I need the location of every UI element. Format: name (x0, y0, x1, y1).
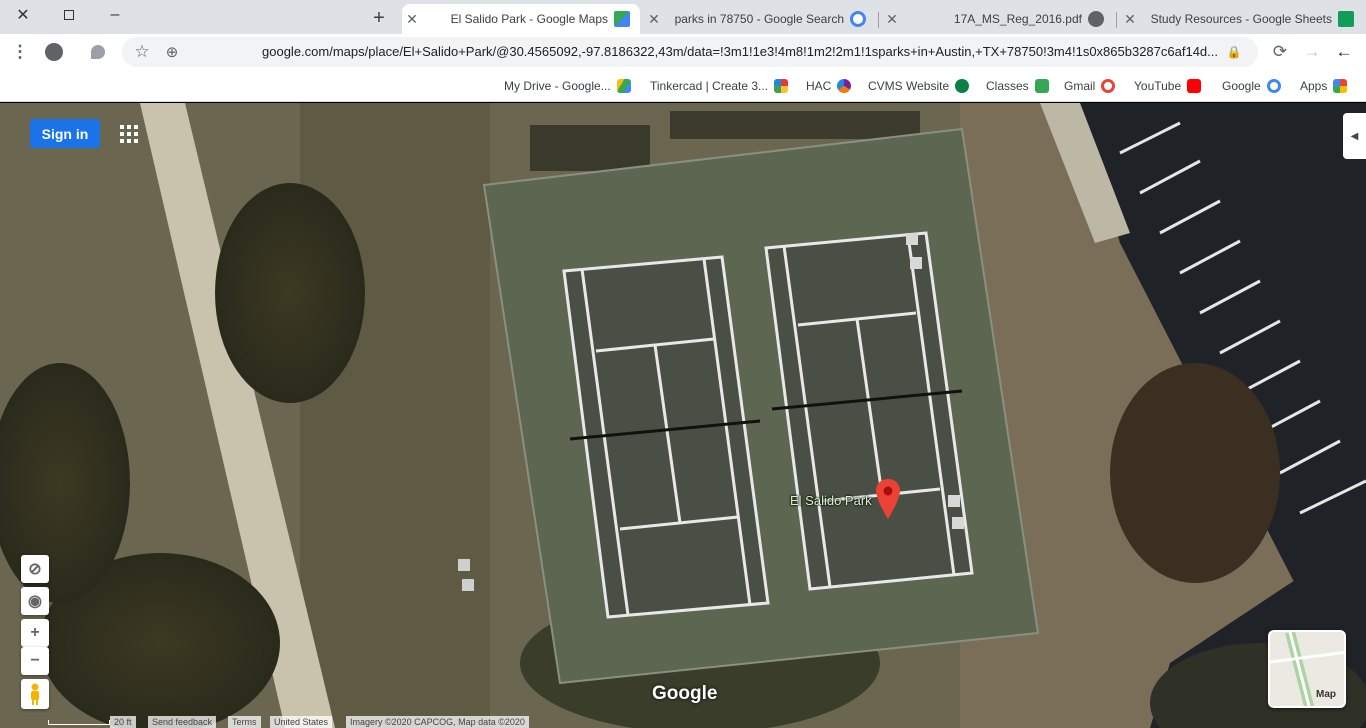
imagery-attribution: Imagery ©2020 CAPCOG, Map data ©2020 (346, 716, 529, 728)
google-maps-icon (614, 11, 630, 27)
account-icon (45, 43, 63, 61)
maximize-window-button[interactable] (46, 0, 92, 30)
scale-label[interactable]: 20 ft (110, 716, 136, 728)
extension-icon[interactable] (84, 38, 112, 66)
close-tab-icon[interactable]: ✕ (644, 11, 664, 28)
map-layer-toggle[interactable]: Map (1268, 630, 1346, 708)
scale-bar (48, 720, 110, 725)
map-pin-icon[interactable] (876, 479, 900, 519)
bookmark-cvms[interactable]: CVMS Website (868, 76, 970, 96)
apps-grid-icon (1333, 79, 1348, 93)
location-target-icon: ◉ (28, 593, 42, 610)
tab-strip: ✕ – + ✕ El Salido Park - Google Maps ✕ p… (0, 0, 1366, 34)
tab-title: El Salido Park - Google Maps (450, 12, 608, 26)
collapse-side-panel-button[interactable]: ◀ (1343, 113, 1366, 159)
new-tab-button[interactable]: + (366, 5, 392, 31)
address-bar[interactable]: ☆ ⊕ google.com/maps/place/El+Salido+Park… (122, 37, 1258, 67)
tab-pdf[interactable]: ✕ 17A_MS_Reg_2016.pdf (882, 4, 1114, 34)
satellite-imagery (0, 103, 1366, 728)
close-tab-icon[interactable]: ✕ (882, 11, 902, 28)
place-label[interactable]: El Salido Park (790, 493, 872, 508)
bookmark-label: HAC (806, 79, 832, 93)
google-icon (1101, 79, 1116, 93)
sign-in-button[interactable]: Sign in (30, 119, 100, 148)
bookmark-google[interactable]: Google (1222, 76, 1281, 96)
globe-icon (1088, 11, 1104, 27)
maximize-icon (64, 10, 74, 20)
puzzle-icon (91, 45, 105, 59)
bookmark-hac[interactable]: HAC (806, 76, 852, 96)
url-text[interactable]: google.com/maps/place/El+Salido+Park/@30… (198, 44, 1218, 59)
bookmarks-bar: Apps Google YouTube Gmail Classes CVMS W… (0, 70, 1366, 102)
pegman-icon[interactable] (21, 679, 49, 709)
bookmark-label: Google (1222, 79, 1261, 93)
bookmark-classes[interactable]: Classes (986, 76, 1049, 96)
google-drive-icon (616, 79, 631, 93)
school-icon (955, 79, 970, 93)
compass-icon: ⊘ (28, 561, 42, 578)
back-button[interactable]: ← (1330, 38, 1358, 66)
bookmark-label: Classes (986, 79, 1029, 93)
profile-avatar[interactable] (40, 38, 68, 66)
star-bookmark-icon[interactable]: ☆ (128, 38, 156, 66)
browser-toolbar: ⋮ ☆ ⊕ google.com/maps/place/El+Salido+Pa… (0, 34, 1366, 70)
minimize-window-button[interactable]: – (92, 0, 138, 30)
google-icon (850, 11, 866, 27)
bookmark-youtube[interactable]: YouTube (1134, 76, 1202, 96)
tab-el-salido-park[interactable]: ✕ El Salido Park - Google Maps (402, 4, 640, 34)
send-feedback-link[interactable]: Send feedback (148, 716, 217, 728)
bookmark-label: Apps (1300, 79, 1328, 93)
bookmark-label: CVMS Website (868, 79, 950, 93)
bookmark-label: Gmail (1064, 79, 1096, 93)
satellite-map[interactable]: Sign in ◀ ⊘ ◉ + − El Salido Park Google … (0, 103, 1366, 728)
tilt-toggle-button[interactable]: ⊘ (21, 555, 49, 583)
map-footer: Imagery ©2020 CAPCOG, Map data ©2020 Uni… (0, 716, 1366, 728)
tab-divider (878, 12, 879, 28)
hac-icon (837, 79, 852, 93)
menu-kebab-icon[interactable]: ⋮ (6, 38, 34, 66)
bookmark-my-drive[interactable]: My Drive - Google... (504, 76, 631, 96)
tab-google-sheets[interactable]: ✕ Study Resources - Google Sheets (1120, 4, 1360, 34)
tab-title: parks in 78750 - Google Search (674, 12, 844, 26)
zoom-in-button[interactable]: + (21, 619, 49, 647)
google-icon (1266, 79, 1281, 93)
google-classroom-icon (1034, 79, 1049, 93)
chevron-left-icon: ◀ (1350, 130, 1359, 142)
forward-button[interactable]: → (1298, 38, 1326, 66)
bookmark-gmail[interactable]: Gmail (1064, 76, 1116, 96)
country-link[interactable]: United States (270, 716, 333, 728)
tab-divider (1116, 12, 1117, 28)
bookmark-tinkercad[interactable]: Tinkercad | Create 3... (650, 76, 789, 96)
google-logo: Google (652, 683, 718, 704)
reload-button[interactable]: ⟳ (1266, 38, 1294, 66)
google-apps-icon[interactable] (118, 123, 140, 145)
close-tab-icon[interactable]: ✕ (402, 11, 422, 28)
youtube-icon (1187, 79, 1202, 93)
my-location-button[interactable]: ◉ (21, 587, 49, 615)
bookmark-apps[interactable]: Apps (1300, 76, 1348, 96)
terms-link[interactable]: Terms (228, 716, 261, 728)
tinkercad-icon (774, 79, 789, 93)
add-to-bookmarks-icon[interactable]: ⊕ (158, 38, 186, 66)
google-sheets-icon (1338, 11, 1354, 27)
bookmark-label: My Drive - Google... (504, 79, 611, 93)
zoom-out-button[interactable]: − (21, 647, 49, 675)
close-tab-icon[interactable]: ✕ (1120, 11, 1140, 28)
bookmark-label: YouTube (1134, 79, 1182, 93)
layer-label: Map (1316, 689, 1336, 700)
bookmark-label: Tinkercad | Create 3... (650, 79, 769, 93)
tab-title: Study Resources - Google Sheets (1150, 12, 1332, 26)
close-window-button[interactable]: ✕ (0, 0, 46, 30)
lock-icon[interactable]: 🔒 (1220, 38, 1248, 66)
tab-title: 17A_MS_Reg_2016.pdf (953, 12, 1082, 26)
tab-google-search[interactable]: ✕ parks in 78750 - Google Search (644, 4, 876, 34)
